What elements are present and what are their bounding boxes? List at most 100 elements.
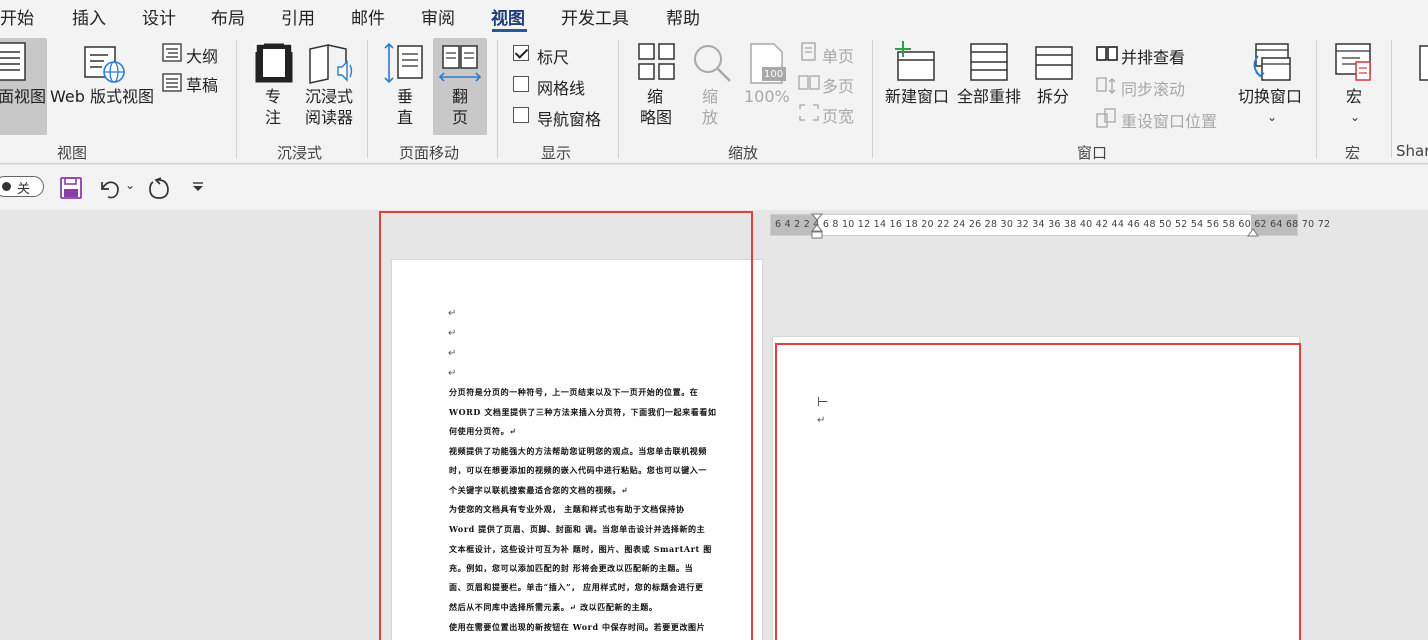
focus-button-line2[interactable]: 注 xyxy=(265,108,281,128)
print-layout-icon xyxy=(0,42,26,81)
highlight-box-left-page xyxy=(379,211,753,640)
multi-page-icon xyxy=(798,75,820,90)
customize-qat-icon[interactable] xyxy=(191,181,205,193)
vertical-button-line2[interactable]: 直 xyxy=(397,108,413,128)
focus-button-line1[interactable]: 专 xyxy=(265,87,281,107)
multi-page-button[interactable]: 多页 xyxy=(822,73,854,97)
tab-layout[interactable]: 布局 xyxy=(211,4,245,29)
ribbon-tab-bar: 开始 插入 设计 布局 引用 邮件 审阅 视图 开发工具 帮助 xyxy=(0,0,1428,34)
immersive-reader-line1[interactable]: 沉浸式 xyxy=(305,87,353,107)
page-width-button[interactable]: 页宽 xyxy=(822,103,854,127)
group-label-zoom: 缩放 xyxy=(728,144,759,162)
switch-windows-chevron-down-icon[interactable]: ⌄ xyxy=(1267,110,1277,124)
undo-icon[interactable] xyxy=(98,176,122,200)
highlight-box-right-page xyxy=(775,343,1301,640)
redo-icon[interactable] xyxy=(147,176,171,200)
ruler-checkbox[interactable] xyxy=(513,45,529,61)
group-separator xyxy=(1316,40,1317,158)
group-separator xyxy=(618,40,619,158)
web-layout-icon xyxy=(84,46,125,83)
horizontal-ruler[interactable]: 6 4 2 2 4 6 8 10 12 14 16 18 20 22 24 26… xyxy=(770,213,1330,239)
right-indent-marker-icon[interactable] xyxy=(1247,225,1259,237)
thumbnails-line1[interactable]: 缩 xyxy=(647,87,663,107)
sync-scroll-button[interactable]: 同步滚动 xyxy=(1121,76,1185,100)
switch-windows-icon xyxy=(1253,43,1291,81)
tab-home[interactable]: 开始 xyxy=(0,4,34,29)
new-window-button[interactable]: 新建窗口 xyxy=(885,87,949,107)
split-icon xyxy=(1035,46,1073,80)
group-label-page-movement: 页面移动 xyxy=(399,144,460,162)
macros-button[interactable]: 宏 xyxy=(1346,87,1362,107)
draft-button[interactable]: 草稿 xyxy=(186,72,218,96)
side-by-side-icon xyxy=(1096,46,1118,61)
tab-design[interactable]: 设计 xyxy=(142,4,176,29)
group-label-show: 显示 xyxy=(541,144,572,162)
new-window-icon xyxy=(895,41,935,81)
reset-window-position-button[interactable]: 重设窗口位置 xyxy=(1121,108,1217,132)
thumbnails-icon xyxy=(638,43,675,80)
macros-icon xyxy=(1335,43,1371,81)
arrange-all-icon xyxy=(970,43,1008,81)
side-to-side-line2[interactable]: 页 xyxy=(452,108,468,128)
active-tab-indicator xyxy=(492,29,527,32)
immersive-reader-icon xyxy=(309,44,353,84)
one-page-button[interactable]: 单页 xyxy=(822,43,854,67)
indent-marker-icon[interactable] xyxy=(811,213,823,247)
one-page-icon xyxy=(801,42,816,61)
page-width-icon xyxy=(799,104,819,121)
split-button[interactable]: 拆分 xyxy=(1037,87,1069,107)
group-separator xyxy=(872,40,873,158)
sharepoint-icon xyxy=(1419,45,1428,81)
zoom-line2[interactable]: 放 xyxy=(702,108,718,128)
immersive-reader-line2[interactable]: 阅读器 xyxy=(305,108,353,128)
side-by-side-button[interactable]: 并排查看 xyxy=(1121,44,1185,68)
vertical-button-line1[interactable]: 垂 xyxy=(397,87,413,107)
focus-icon xyxy=(255,43,293,83)
nav-pane-checkbox[interactable] xyxy=(513,107,529,123)
tab-references[interactable]: 引用 xyxy=(281,4,315,29)
draft-icon xyxy=(162,73,182,92)
web-layout-button[interactable]: Web 版式视图 xyxy=(50,87,154,107)
tab-help[interactable]: 帮助 xyxy=(666,4,700,29)
reset-window-position-icon xyxy=(1096,108,1116,128)
zoom-magnifier-icon xyxy=(694,45,731,82)
macros-chevron-down-icon[interactable]: ⌄ xyxy=(1350,110,1360,124)
nav-pane-label: 导航窗格 xyxy=(537,110,602,129)
gridlines-checkbox[interactable] xyxy=(513,76,529,92)
vertical-scroll-icon xyxy=(384,42,423,84)
tab-view[interactable]: 视图 xyxy=(491,4,525,29)
group-label-share: Shar xyxy=(1396,142,1428,160)
group-separator xyxy=(367,40,368,158)
side-to-side-icon xyxy=(438,45,482,82)
ribbon: 面视图 Web 版式视图 大纲 草稿 视图 专 注 沉浸式 阅读器 沉浸式 垂 … xyxy=(0,34,1428,164)
ruler-label: 标尺 xyxy=(537,48,570,67)
tab-review[interactable]: 审阅 xyxy=(421,4,455,29)
sync-scroll-icon xyxy=(1096,77,1116,94)
outline-icon xyxy=(162,43,182,62)
autosave-toggle-label: 关 xyxy=(17,182,31,197)
group-label-views: 视图 xyxy=(57,144,88,162)
undo-chevron-down-icon[interactable]: ⌄ xyxy=(125,178,135,192)
thumbnails-line2[interactable]: 略图 xyxy=(640,108,672,128)
outline-button[interactable]: 大纲 xyxy=(186,43,218,67)
print-layout-button[interactable]: 面视图 xyxy=(0,87,46,107)
group-label-immersive: 沉浸式 xyxy=(277,144,323,162)
group-separator xyxy=(497,40,498,158)
arrange-all-button[interactable]: 全部重排 xyxy=(957,87,1021,107)
quick-access-toolbar: 关 ⌄ xyxy=(0,165,1428,210)
hundred-percent-button[interactable]: 100% xyxy=(744,87,790,107)
autosave-toggle-knob xyxy=(2,182,11,191)
tab-mailings[interactable]: 邮件 xyxy=(351,4,385,29)
group-label-macros: 宏 xyxy=(1345,144,1361,162)
tab-insert[interactable]: 插入 xyxy=(72,4,106,29)
side-to-side-line1[interactable]: 翻 xyxy=(452,87,468,107)
group-separator xyxy=(236,40,237,158)
group-separator xyxy=(1391,40,1392,158)
save-icon[interactable] xyxy=(60,177,82,199)
document-area[interactable]: ↵ ↵ ↵ ↵ 分页符是分页的一种符号，上一页结束以及下一页开始的位置。在 WO… xyxy=(0,210,1428,640)
group-label-window: 窗口 xyxy=(1077,144,1108,162)
tab-developer[interactable]: 开发工具 xyxy=(561,4,629,29)
zoom-line1[interactable]: 缩 xyxy=(702,87,718,107)
autosave-toggle[interactable]: 关 xyxy=(0,176,44,197)
switch-windows-button[interactable]: 切换窗口 xyxy=(1238,87,1302,107)
